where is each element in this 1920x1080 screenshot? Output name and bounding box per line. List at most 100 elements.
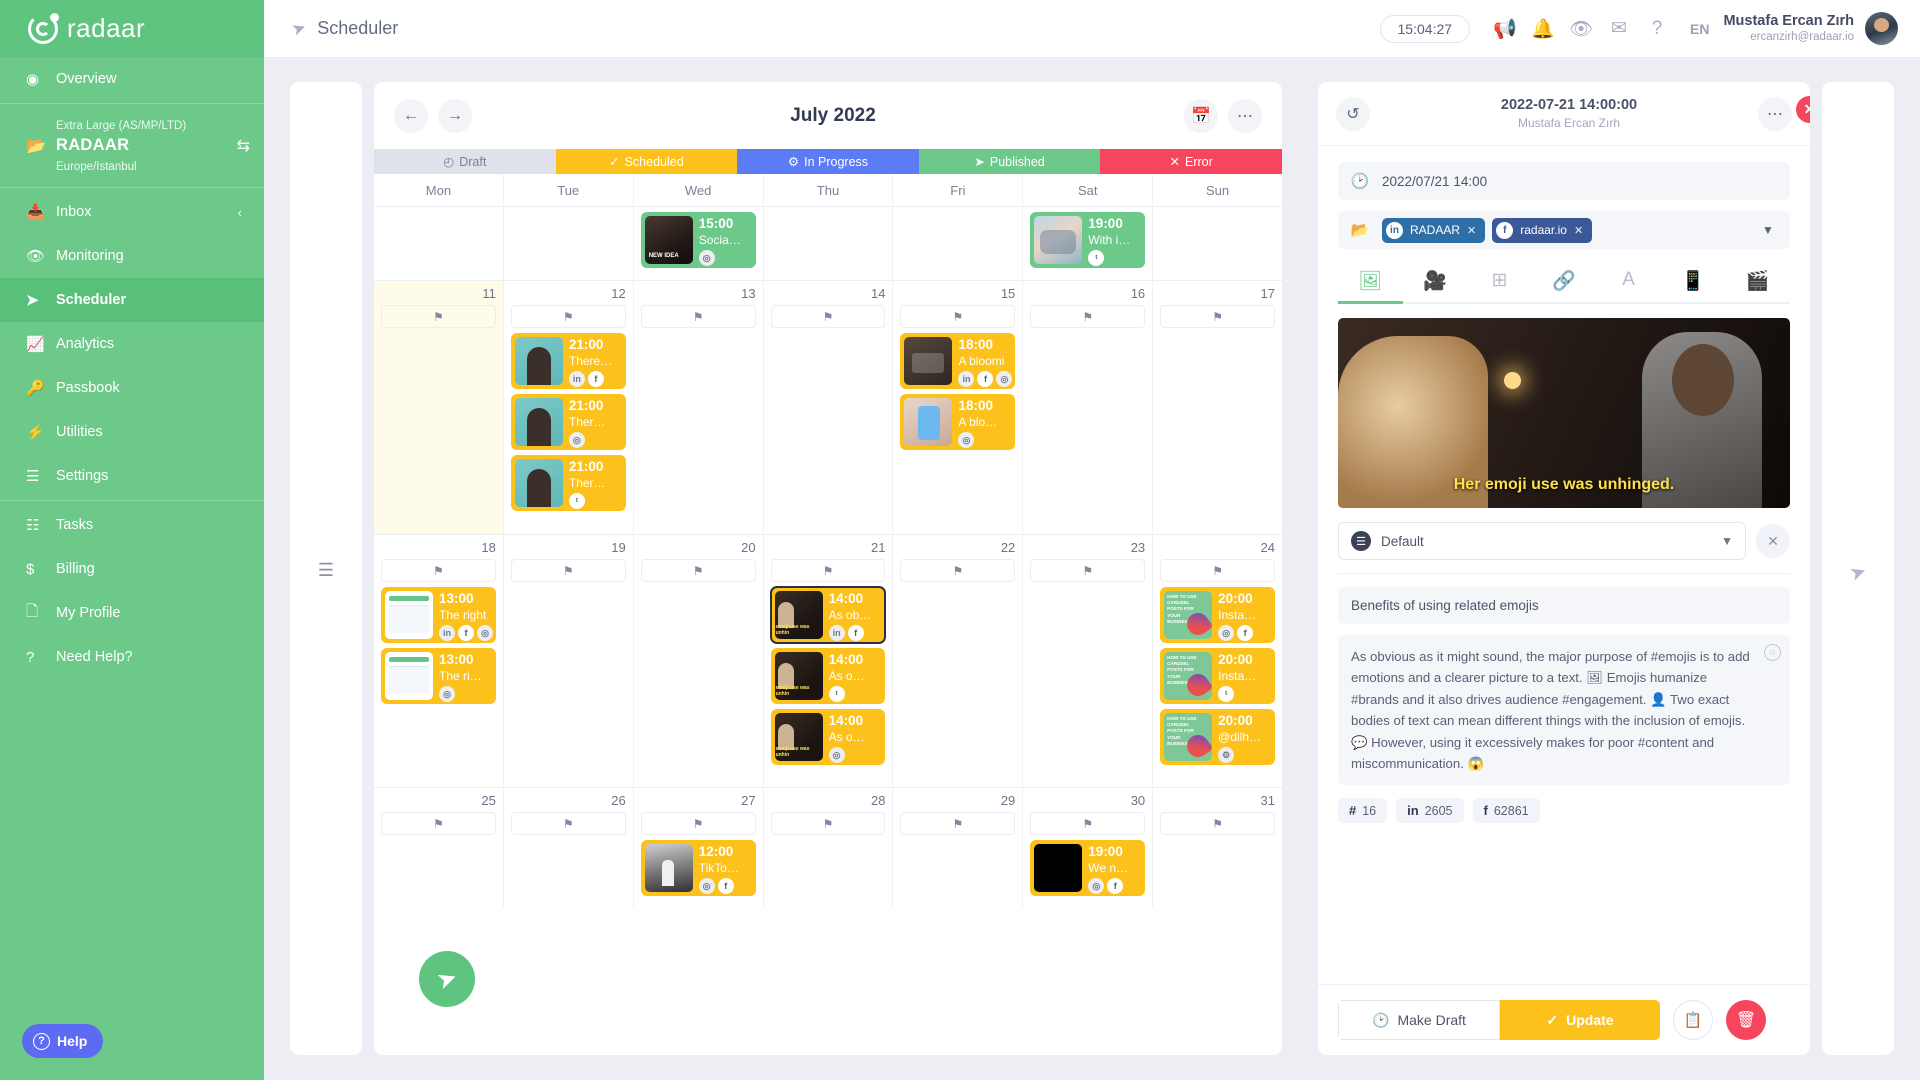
datetime-field[interactable]: 🕑 2022/07/21 14:00 [1338,162,1790,200]
day-flag-button[interactable]: ⚑ [1030,812,1146,835]
sidebar-item-inbox[interactable]: 📥 Inbox ‹ [0,190,264,234]
envelope-icon[interactable]: ✉ [1600,10,1638,48]
calendar-event[interactable]: 20:00Insta… ᵗ [1160,648,1276,704]
day-flag-button[interactable]: ⚑ [1160,559,1276,582]
calendar-day-cell[interactable]: 13 ⚑ [634,281,764,534]
calendar-day-cell[interactable]: 17 ⚑ [1153,281,1282,534]
calendar-event[interactable]: 19:00 We n… ◎ f [1030,840,1146,896]
day-flag-button[interactable]: ⚑ [1030,559,1146,582]
calendar-day-cell[interactable]: 15 ⚑ 18:00 A bloomi in f ◎ 18:00 A blo… ◎ [893,281,1024,534]
tab-image[interactable]: 🖼 [1338,260,1403,304]
status-filter-draft[interactable]: ◴ Draft [374,149,556,174]
user-menu[interactable]: Mustafa Ercan Zırh ercanzirh@radaar.io [1723,12,1898,46]
calendar-event[interactable]: 21:00 There… in f [510,333,626,389]
megaphone-icon[interactable]: 📢 [1486,10,1524,48]
calendar-day-cell[interactable]: 29 ⚑ [893,788,1024,907]
calendar-day-cell[interactable]: 24⚑20:00Insta…◎f20:00Insta…ᵗ20:00@dilh…⚙ [1153,535,1282,787]
tab-link[interactable]: 🔗 [1532,260,1597,304]
next-month-button[interactable]: → [438,98,472,133]
media-preview[interactable]: Her emoji use was unhinged. [1338,318,1790,508]
calendar-day-cell[interactable]: 31 ⚑ [1153,788,1282,907]
sidebar-item-my-profile[interactable]: 🗋 My Profile [0,591,264,635]
remove-account-icon[interactable]: ✕ [1574,224,1583,237]
account-chip-linkedin[interactable]: in RADAAR ✕ [1382,217,1486,243]
calendar-event[interactable]: 12:00 TikTo… ◎ f [640,840,756,896]
calendar-event[interactable]: 18:00 A blo… ◎ [900,394,1016,450]
calendar-event[interactable]: 14:00As ob… inf [769,586,887,644]
calendar-day-cell[interactable]: 27 ⚑ 12:00 TikTo… ◎ f [634,788,764,907]
accounts-field[interactable]: 📂 in RADAAR ✕ f radaar.io ✕ ▼ [1338,211,1790,249]
detail-more-button[interactable]: ⋯ [1758,96,1792,131]
calendar-event[interactable]: 21:00 Ther… ᵗ [510,455,626,511]
calendar-event[interactable]: 18:00 A bloomi in f ◎ [900,333,1016,389]
day-flag-button[interactable]: ⚑ [770,812,886,835]
sidebar-item-passbook[interactable]: 🔑 Passbook [0,366,264,410]
status-filter-error[interactable]: ✕ Error [1100,149,1282,174]
eye-icon[interactable]: 👁 [1562,10,1600,48]
calendar-day-cell[interactable] [1153,207,1282,280]
make-draft-button[interactable]: 🕑 Make Draft [1338,1000,1500,1040]
day-flag-button[interactable]: ⚑ [770,559,886,582]
brand-logo[interactable]: radaar [0,0,264,57]
status-filter-scheduled[interactable]: ✓ Scheduled [555,149,738,174]
sidebar-item-tasks[interactable]: ☷ Tasks [0,503,264,547]
day-flag-button[interactable]: ⚑ [900,812,1016,835]
account-chip-facebook[interactable]: f radaar.io ✕ [1492,217,1593,243]
calendar-day-cell[interactable]: 30 ⚑ 19:00 We n… ◎ f [1023,788,1154,907]
calendar-day-cell[interactable]: 11 ⚑ [374,281,504,534]
filter-sliders-icon[interactable]: ☰ [290,560,362,581]
tab-grid[interactable]: ⊞ [1467,260,1532,304]
calendar-day-cell[interactable]: 15:00Socia… ◎ [634,207,764,280]
calendar-day-cell[interactable]: 16 ⚑ [1023,281,1154,534]
help-button[interactable]: ? Help [22,1024,104,1058]
calendar-day-cell[interactable]: 18 ⚑ 13:00 The right in f ◎ 13:00 The ri… ◎ [374,535,504,787]
calendar-event[interactable]: 13:00 The ri… ◎ [381,648,496,704]
chevron-left-icon[interactable]: ‹ [238,205,242,220]
calendar-day-cell[interactable]: 28 ⚑ [764,788,894,907]
calendar-day-cell[interactable]: 22 ⚑ [893,535,1024,787]
day-flag-button[interactable]: ⚑ [510,559,626,582]
calendar-event[interactable]: 19:00 With i… ᵗ [1030,212,1146,268]
tab-mobile[interactable]: 📱 [1661,260,1726,304]
calendar-day-cell[interactable]: 14 ⚑ [764,281,894,534]
calendar-day-cell[interactable]: 23 ⚑ [1023,535,1154,787]
calendar-more-button[interactable]: ⋯ [1228,98,1262,133]
day-flag-button[interactable]: ⚑ [510,305,626,328]
calendar-day-cell[interactable] [374,207,504,280]
calendar-event[interactable]: 14:00As o… ◎ [770,709,886,765]
calendar-event[interactable]: 20:00@dilh… ⚙ [1160,709,1276,765]
tab-text[interactable]: A [1596,260,1661,304]
avatar[interactable] [1865,12,1898,45]
post-title-input[interactable]: Benefits of using related emojis [1338,587,1790,624]
calendar-event[interactable]: 20:00Insta… ◎f [1160,587,1276,643]
emoji-picker-icon[interactable]: ☺ [1764,644,1781,661]
sidebar-item-utilities[interactable]: ⚡ Utilities [0,410,264,454]
tab-video[interactable]: 🎥 [1403,260,1468,304]
workspace-switcher[interactable]: 📂 Extra Large (AS/MP/LTD) RADAAR Europe/… [0,106,264,185]
duplicate-button[interactable]: 📋 [1673,1000,1713,1040]
day-flag-button[interactable]: ⚑ [640,305,756,328]
calendar-day-cell[interactable] [504,207,634,280]
remove-account-icon[interactable]: ✕ [1467,224,1476,237]
calendar-event[interactable]: 14:00As o… ᵗ [770,648,886,704]
status-filter-published[interactable]: ➤ Published [918,149,1101,174]
calendar-day-cell[interactable]: 25 ⚑ [374,788,504,907]
remove-profile-button[interactable]: ✕ [1756,524,1790,558]
calendar-event[interactable]: 21:00 Ther… ◎ [510,394,626,450]
day-flag-button[interactable]: ⚑ [640,559,756,582]
day-flag-button[interactable]: ⚑ [770,305,886,328]
close-icon[interactable]: ✕ [1796,96,1810,123]
sidebar-item-need-help[interactable]: ? Need Help? [0,635,264,679]
day-flag-button[interactable]: ⚑ [381,812,496,835]
delete-button[interactable]: 🗑 [1726,1000,1766,1040]
chevron-down-icon[interactable]: ▼ [1746,223,1790,237]
calendar-event[interactable]: 13:00 The right in f ◎ [381,587,496,643]
calendar-day-cell[interactable]: 26 ⚑ [504,788,634,907]
status-filter-in-progress[interactable]: ⚙ In Progress [737,149,919,174]
calendar-day-cell[interactable]: 20 ⚑ [634,535,764,787]
calendar-day-cell[interactable]: 12 ⚑ 21:00 There… in f 21:00 Ther… ◎ 21:00 Ther… ᵗ [504,281,634,534]
sidebar-item-analytics[interactable]: 📈 Analytics [0,322,264,366]
day-flag-button[interactable]: ⚑ [1160,305,1276,328]
swap-icon[interactable]: ⇆ [237,136,250,156]
prev-month-button[interactable]: ← [394,98,428,133]
